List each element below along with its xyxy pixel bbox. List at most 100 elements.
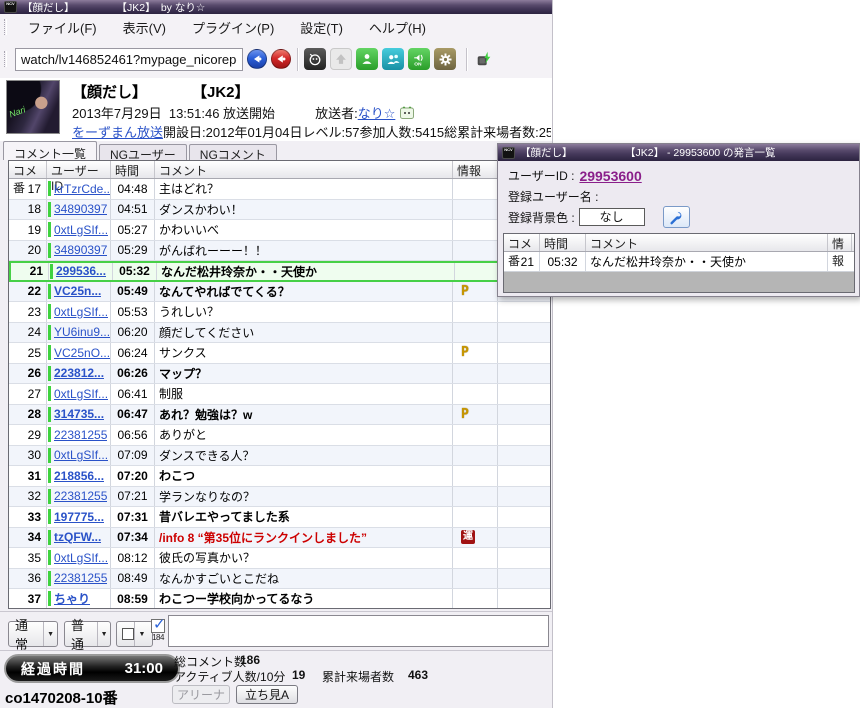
user-id-link[interactable]: ちゃり bbox=[54, 590, 90, 607]
user-id-link[interactable]: krTzrCde... bbox=[54, 182, 110, 196]
user-id-link[interactable]: 218856... bbox=[54, 469, 104, 483]
comment-row[interactable]: 36 22381255 08:49 なんかすごいとこだね P運 bbox=[9, 568, 550, 589]
settings-gear-icon[interactable] bbox=[434, 48, 456, 70]
user-id-link[interactable]: 22381255 bbox=[54, 571, 107, 585]
tab[interactable]: NGユーザー bbox=[99, 144, 187, 162]
menu-item[interactable]: プラグイン(P) bbox=[179, 14, 287, 41]
user-id-link[interactable]: VC25nO... bbox=[54, 346, 110, 360]
comment-row[interactable]: 34 tzQFW... 07:34 /info 8 “第35位にランクインしまし… bbox=[9, 527, 550, 548]
comment-text: 昔バレエやってました系 bbox=[155, 507, 453, 527]
user-color-bar bbox=[48, 365, 51, 381]
column-header-comment[interactable]: コメント bbox=[155, 161, 453, 178]
standing-room-a-button[interactable]: 立ち見A bbox=[236, 685, 298, 704]
comment-row[interactable]: 33 197775... 07:31 昔バレエやってました系 P運 bbox=[9, 507, 550, 528]
app-icon: NCV bbox=[4, 1, 17, 13]
user-id-link[interactable]: 0xtLgSIf... bbox=[54, 387, 108, 401]
users-icon[interactable] bbox=[382, 48, 404, 70]
comment-row[interactable]: 20 34890397 05:29 がんばれーーー！！ P運 bbox=[9, 240, 550, 261]
comment-input[interactable] bbox=[168, 615, 549, 647]
column-header-info[interactable]: 情報 bbox=[453, 161, 498, 178]
comment-row[interactable]: 26 223812... 06:26 マップ？ P運 bbox=[9, 363, 550, 384]
settings-wrench-button[interactable] bbox=[662, 206, 690, 228]
comment-size-dropdown[interactable]: 通常 ▼ bbox=[8, 618, 58, 652]
comment-row[interactable]: 19 0xtLgSIf... 05:27 かわいいべ P運 bbox=[9, 220, 550, 241]
comment-color-dropdown[interactable]: ▼ bbox=[116, 621, 153, 647]
user-icon[interactable] bbox=[356, 48, 378, 70]
comment-row[interactable]: 37 ちゃり 08:59 わこつー学校向かってるなう P運 bbox=[9, 589, 550, 608]
comment-row[interactable]: 35 0xtLgSIf... 08:12 彼氏の写真かい？ P運 bbox=[9, 548, 550, 569]
comment-row[interactable]: 32 22381255 07:21 学ランなりなの？ P運 bbox=[9, 486, 550, 507]
popup-comment-row[interactable]: 21 05:32 なんだ松井玲奈か・・天使か bbox=[504, 252, 854, 272]
comment-row[interactable]: 21 299536... 05:32 なんだ松井玲奈か・・天使か P運 bbox=[9, 261, 550, 282]
menu-item[interactable]: ファイル(F) bbox=[15, 14, 110, 41]
owner-link[interactable]: なり☆ bbox=[358, 103, 396, 122]
user-id-link[interactable]: 0xtLgSIf... bbox=[54, 448, 108, 462]
user-id-link[interactable]: tzQFW... bbox=[54, 530, 101, 544]
comment-user-cell: 0xtLgSIf... bbox=[47, 445, 111, 465]
comment-row[interactable]: 18 34890397 04:51 ダンスかわい！ P運 bbox=[9, 199, 550, 220]
comment-row[interactable]: 28 314735... 06:47 あれ？勉強は？w P運 bbox=[9, 404, 550, 425]
user-id-link[interactable]: 0xtLgSIf... bbox=[54, 223, 108, 237]
popup-column-comment[interactable]: コメント bbox=[586, 234, 828, 251]
broadcast-meta-line: をーずまん放送 開設日:2012年01月04日 レベル:57 参加人数:5415… bbox=[72, 122, 551, 141]
comment-time: 06:47 bbox=[111, 404, 155, 424]
column-header-number[interactable]: コメ番 bbox=[9, 161, 47, 195]
comment-row[interactable]: 30 0xtLgSIf... 07:09 ダンスできる人？ P運 bbox=[9, 445, 550, 466]
popup-column-number[interactable]: コメ番 bbox=[504, 234, 540, 268]
connect-button[interactable] bbox=[247, 49, 267, 69]
plugin-icon[interactable] bbox=[473, 48, 495, 70]
comment-row[interactable]: 27 0xtLgSIf... 06:41 制服 P運 bbox=[9, 384, 550, 405]
upload-icon[interactable] bbox=[330, 48, 352, 70]
comment-row[interactable]: 23 0xtLgSIf... 05:53 うれしい？ P運 bbox=[9, 302, 550, 323]
popup-titlebar: NCV 【顔だし】 【JK2】 - 29953600 の発言一覧 bbox=[498, 144, 859, 161]
popup-column-info[interactable]: 情報 bbox=[828, 234, 852, 268]
comment-info-cell: P運 bbox=[453, 220, 498, 240]
comment-row[interactable]: 31 218856... 07:20 わこつ P運 bbox=[9, 466, 550, 487]
user-id-link[interactable]: YU6inu9... bbox=[54, 325, 110, 339]
user-id-link[interactable]: 22381255 bbox=[54, 489, 107, 503]
user-id-link[interactable]: 223812... bbox=[54, 366, 104, 380]
comment-text: 主はどれ？ bbox=[155, 179, 453, 199]
menu-item[interactable]: ヘルプ(H) bbox=[356, 14, 439, 41]
comment-user-cell: 0xtLgSIf... bbox=[47, 220, 111, 240]
anonymous-184-checkbox[interactable]: ✓ bbox=[151, 616, 166, 633]
tab[interactable]: NGコメント bbox=[188, 144, 277, 162]
comment-time: 07:20 bbox=[111, 466, 155, 486]
user-id-link[interactable]: 34890397 bbox=[54, 243, 107, 257]
popup-user-id-link[interactable]: 29953600 bbox=[579, 168, 641, 184]
room-id: co1470208-10番 bbox=[5, 690, 118, 707]
comment-row[interactable]: 22 VC25n... 05:49 なんてやればでてくる？ P運 bbox=[9, 281, 550, 302]
community-link[interactable]: をーずまん放送 bbox=[72, 122, 163, 141]
user-color-bar bbox=[48, 345, 51, 361]
user-id-link[interactable]: 0xtLgSIf... bbox=[54, 551, 108, 565]
broadcast-url-input[interactable] bbox=[15, 47, 243, 71]
user-color-bar bbox=[50, 263, 53, 279]
popup-column-time[interactable]: 時間 bbox=[540, 234, 586, 251]
comment-row[interactable]: 24 YU6inu9... 06:20 顔だしてください P運 bbox=[9, 322, 550, 343]
column-header-user[interactable]: ユーザーID bbox=[47, 161, 111, 193]
comment-row[interactable]: 25 VC25nO... 06:24 サンクス P運 bbox=[9, 343, 550, 364]
user-id-link[interactable]: 314735... bbox=[54, 407, 104, 421]
user-id-link[interactable]: 197775... bbox=[54, 510, 104, 524]
user-id-link[interactable]: 34890397 bbox=[54, 202, 107, 216]
user-id-link[interactable]: 22381255 bbox=[54, 428, 107, 442]
comment-list: コメ番 ユーザーID 時間 コメント 情報 17 krTzrCde... 04:… bbox=[8, 160, 551, 609]
elapsed-time-label: 経過時間 bbox=[21, 660, 85, 677]
comment-row[interactable]: 17 krTzrCde... 04:48 主はどれ？ P運 bbox=[9, 179, 550, 200]
comment-position-dropdown[interactable]: 普通 ▼ bbox=[64, 618, 111, 652]
menu-item[interactable]: 設定(T) bbox=[287, 14, 356, 41]
comment-number: 35 bbox=[9, 548, 47, 568]
column-header-time[interactable]: 時間 bbox=[111, 161, 155, 178]
sound-on-icon[interactable]: ON bbox=[408, 48, 430, 70]
tab[interactable]: コメント一覧 bbox=[3, 141, 98, 161]
comment-number: 20 bbox=[9, 240, 47, 260]
comment-user-cell: 314735... bbox=[47, 404, 111, 424]
disconnect-button[interactable] bbox=[271, 49, 291, 69]
menu-item[interactable]: 表示(V) bbox=[110, 14, 179, 41]
user-id-link[interactable]: 0xtLgSIf... bbox=[54, 305, 108, 319]
comment-user-cell: 223812... bbox=[47, 363, 111, 383]
user-id-link[interactable]: 299536... bbox=[56, 264, 106, 278]
comment-row[interactable]: 29 22381255 06:56 ありがと P運 bbox=[9, 425, 550, 446]
alert-icon[interactable] bbox=[304, 48, 326, 70]
user-id-link[interactable]: VC25n... bbox=[54, 284, 101, 298]
